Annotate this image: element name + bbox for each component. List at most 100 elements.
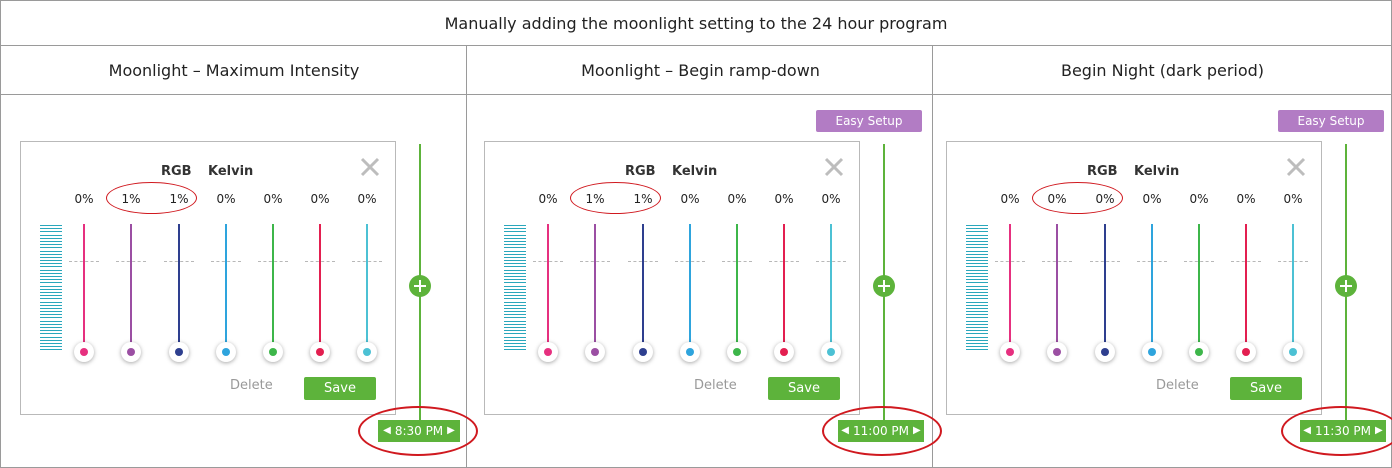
slider-dashed-marker (258, 261, 288, 262)
kelvin-label: Kelvin (672, 164, 718, 179)
slider-track (178, 224, 180, 354)
column-header-begin-ramp-down: Moonlight – Begin ramp-down (581, 60, 820, 80)
slider-knob[interactable] (263, 342, 283, 362)
channel-slider[interactable] (675, 224, 705, 372)
channel-slider[interactable] (305, 224, 335, 372)
page-title: Manually adding the moonlight setting to… (1, 1, 1391, 46)
slider-knob[interactable] (357, 342, 377, 362)
channel-slider[interactable] (533, 224, 563, 372)
channel-slider[interactable] (116, 224, 146, 372)
slider-dashed-marker (69, 261, 99, 262)
slider-knob[interactable] (538, 342, 558, 362)
slider-dashed-marker (1278, 261, 1308, 262)
add-point-icon[interactable] (1335, 275, 1357, 297)
add-point-icon[interactable] (409, 275, 431, 297)
slider-knob[interactable] (1236, 342, 1256, 362)
slider-knob[interactable] (633, 342, 653, 362)
channel-slider[interactable] (722, 224, 752, 372)
delete-button[interactable]: Delete (694, 378, 737, 393)
slider-dashed-marker (816, 261, 846, 262)
channel-slider[interactable] (995, 224, 1025, 372)
slider-knob[interactable] (1142, 342, 1162, 362)
highlight-circle (1032, 182, 1123, 214)
channel-percent: 0% (1189, 192, 1209, 206)
slider-knob[interactable] (216, 342, 236, 362)
slider-knob[interactable] (821, 342, 841, 362)
channel-slider[interactable] (816, 224, 846, 372)
channel-percent: 0% (680, 192, 700, 206)
channel-slider[interactable] (258, 224, 288, 372)
slider-knob[interactable] (169, 342, 189, 362)
intensity-scale (504, 225, 526, 353)
save-button[interactable]: Save (768, 377, 840, 400)
close-icon[interactable] (823, 156, 845, 178)
channel-slider[interactable] (1090, 224, 1120, 372)
save-button[interactable]: Save (1230, 377, 1302, 400)
intensity-scale (966, 225, 988, 353)
slider-dashed-marker (164, 261, 194, 262)
slider-knob[interactable] (121, 342, 141, 362)
slider-track (1009, 224, 1011, 354)
channel-slider[interactable] (1137, 224, 1167, 372)
slider-knob[interactable] (680, 342, 700, 362)
channel-percent: 0% (821, 192, 841, 206)
slider-dashed-marker (995, 261, 1025, 262)
channel-slider[interactable] (1278, 224, 1308, 372)
slider-track (272, 224, 274, 354)
channel-slider[interactable] (628, 224, 658, 372)
slider-track (594, 224, 596, 354)
channel-slider[interactable] (580, 224, 610, 372)
slider-knob[interactable] (1095, 342, 1115, 362)
kelvin-label: Kelvin (1134, 164, 1180, 179)
panel-begin-night: Easy Setup RGB Kelvin 0% 0% 0% 0% 0% 0% 0% (926, 94, 1392, 468)
slider-track (130, 224, 132, 354)
slider-track (736, 224, 738, 354)
easy-setup-button[interactable]: Easy Setup (1278, 110, 1384, 132)
add-point-icon[interactable] (873, 275, 895, 297)
slider-knob[interactable] (74, 342, 94, 362)
channel-slider[interactable] (1231, 224, 1261, 372)
slider-dashed-marker (533, 261, 563, 262)
channel-slider[interactable] (352, 224, 382, 372)
channel-slider[interactable] (69, 224, 99, 372)
slider-knob[interactable] (310, 342, 330, 362)
channel-slider[interactable] (769, 224, 799, 372)
close-icon[interactable] (359, 156, 381, 178)
easy-setup-button[interactable]: Easy Setup (816, 110, 922, 132)
intensity-scale (40, 225, 62, 353)
slider-track (1104, 224, 1106, 354)
slider-knob[interactable] (1189, 342, 1209, 362)
slider-track (830, 224, 832, 354)
slider-dashed-marker (1090, 261, 1120, 262)
close-icon[interactable] (1285, 156, 1307, 178)
slider-dashed-marker (675, 261, 705, 262)
delete-button[interactable]: Delete (230, 378, 273, 393)
channel-percent: 0% (263, 192, 283, 206)
slider-knob[interactable] (774, 342, 794, 362)
channel-slider[interactable] (1042, 224, 1072, 372)
slider-dashed-marker (628, 261, 658, 262)
channel-percent: 0% (310, 192, 330, 206)
slider-track (1056, 224, 1058, 354)
slider-track (225, 224, 227, 354)
time-highlight-circle (1281, 406, 1392, 456)
channel-percent: 0% (1236, 192, 1256, 206)
channel-slider[interactable] (1184, 224, 1214, 372)
channel-percent: 0% (1283, 192, 1303, 206)
slider-knob[interactable] (727, 342, 747, 362)
slider-knob[interactable] (1283, 342, 1303, 362)
channel-percent: 0% (74, 192, 94, 206)
channel-editor-card: RGB Kelvin 0% 0% 0% 0% 0% 0% 0% Delete S… (946, 141, 1322, 415)
slider-track (83, 224, 85, 354)
slider-knob[interactable] (585, 342, 605, 362)
channel-slider[interactable] (211, 224, 241, 372)
delete-button[interactable]: Delete (1156, 378, 1199, 393)
slider-knob[interactable] (1000, 342, 1020, 362)
time-highlight-circle (358, 406, 478, 456)
channel-percent: 0% (357, 192, 377, 206)
save-button[interactable]: Save (304, 377, 376, 400)
slider-track (642, 224, 644, 354)
slider-dashed-marker (1184, 261, 1214, 262)
channel-slider[interactable] (164, 224, 194, 372)
slider-knob[interactable] (1047, 342, 1067, 362)
